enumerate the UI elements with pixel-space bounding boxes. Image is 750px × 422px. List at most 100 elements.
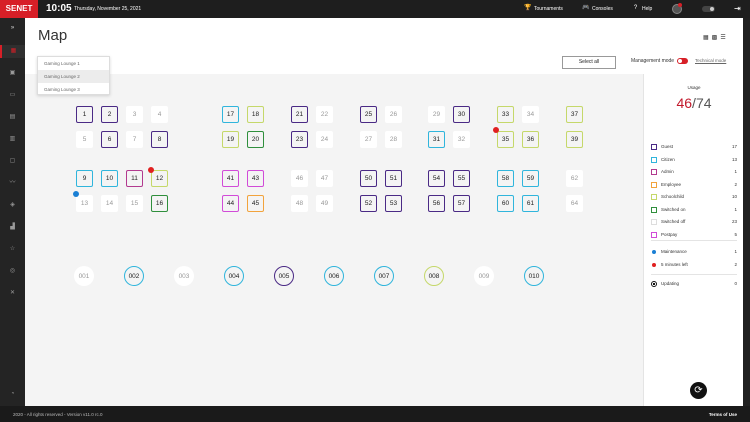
chart-icon[interactable]: 〰: [0, 177, 25, 190]
pc-7[interactable]: 7: [126, 131, 143, 148]
gamepad-icon[interactable]: ◔: [0, 388, 25, 401]
pc-55[interactable]: 55: [453, 170, 470, 187]
pc-39[interactable]: 39: [566, 131, 583, 148]
pc-35[interactable]: 35: [497, 131, 514, 148]
updating-radio[interactable]: [651, 281, 657, 287]
pc-21[interactable]: 21: [291, 106, 308, 123]
grid-large-icon[interactable]: ▦: [703, 34, 709, 41]
stats-icon[interactable]: ▟: [0, 221, 25, 234]
scrollbar[interactable]: [743, 18, 750, 406]
pc-24[interactable]: 24: [316, 131, 333, 148]
list-icon[interactable]: ☰: [720, 34, 725, 41]
logout-icon[interactable]: ⇥: [734, 4, 741, 13]
pc-43[interactable]: 43: [247, 170, 264, 187]
pc-14[interactable]: 14: [101, 195, 118, 212]
pc-37[interactable]: 37: [566, 106, 583, 123]
technical-mode-link[interactable]: Technical mode: [695, 58, 726, 63]
console-009[interactable]: 009: [474, 266, 494, 286]
theme-toggle[interactable]: [702, 6, 715, 12]
pc-27[interactable]: 27: [360, 131, 377, 148]
pc-18[interactable]: 18: [247, 106, 264, 123]
tournaments-button[interactable]: 🏆 Tournaments: [524, 5, 563, 12]
sidebar-expand-icon[interactable]: »: [0, 22, 25, 35]
map-icon[interactable]: ▦: [0, 45, 25, 58]
grid-small-icon[interactable]: ▩: [712, 34, 718, 41]
pc-64[interactable]: 64: [566, 195, 583, 212]
pc-50[interactable]: 50: [360, 170, 377, 187]
lounge-option[interactable]: Gaming Lounge 1: [38, 57, 109, 70]
pc-17[interactable]: 17: [222, 106, 239, 123]
console-003[interactable]: 003: [174, 266, 194, 286]
pc-28[interactable]: 28: [385, 131, 402, 148]
pc-59[interactable]: 59: [522, 170, 539, 187]
pc-25[interactable]: 25: [360, 106, 377, 123]
pc-44[interactable]: 44: [222, 195, 239, 212]
pc-36[interactable]: 36: [522, 131, 539, 148]
console-004[interactable]: 004: [224, 266, 244, 286]
tools-icon[interactable]: ✕: [0, 287, 25, 300]
pc-15[interactable]: 15: [126, 195, 143, 212]
pc-45[interactable]: 45: [247, 195, 264, 212]
pc-8[interactable]: 8: [151, 131, 168, 148]
pc-48[interactable]: 48: [291, 195, 308, 212]
pc-46[interactable]: 46: [291, 170, 308, 187]
screen-icon[interactable]: ▢: [0, 155, 25, 168]
pc-4[interactable]: 4: [151, 106, 168, 123]
terms-link[interactable]: Terms of Use: [709, 412, 737, 417]
lounge-option[interactable]: Gaming Lounge 3: [38, 83, 109, 96]
pc-62[interactable]: 62: [566, 170, 583, 187]
console-008[interactable]: 008: [424, 266, 444, 286]
pc-2[interactable]: 2: [101, 106, 118, 123]
help-button[interactable]: ? Help: [632, 5, 652, 12]
pc-13[interactable]: 13: [76, 195, 93, 212]
pc-16[interactable]: 16: [151, 195, 168, 212]
pc-33[interactable]: 33: [497, 106, 514, 123]
console-007[interactable]: 007: [374, 266, 394, 286]
pc-19[interactable]: 19: [222, 131, 239, 148]
console-002[interactable]: 002: [124, 266, 144, 286]
consoles-button[interactable]: 🎮 Consoles: [582, 5, 613, 12]
pc-53[interactable]: 53: [385, 195, 402, 212]
console-001[interactable]: 001: [74, 266, 94, 286]
grid-icon[interactable]: ▤: [0, 111, 25, 124]
pc-12[interactable]: 12: [151, 170, 168, 187]
pc-10[interactable]: 10: [101, 170, 118, 187]
pc-9[interactable]: 9: [76, 170, 93, 187]
pc-60[interactable]: 60: [497, 195, 514, 212]
pc-5[interactable]: 5: [76, 131, 93, 148]
pc-23[interactable]: 23: [291, 131, 308, 148]
pc-54[interactable]: 54: [428, 170, 445, 187]
pc-3[interactable]: 3: [126, 106, 143, 123]
pc-31[interactable]: 31: [428, 131, 445, 148]
console-005[interactable]: 005: [274, 266, 294, 286]
pc-52[interactable]: 52: [360, 195, 377, 212]
lounge-dropdown[interactable]: Gaming Lounge 1 Gaming Lounge 2 Gaming L…: [37, 56, 110, 95]
pc-61[interactable]: 61: [522, 195, 539, 212]
pc-20[interactable]: 20: [247, 131, 264, 148]
pc-1[interactable]: 1: [76, 106, 93, 123]
user-card-icon[interactable]: ▭: [0, 89, 25, 102]
pc-6[interactable]: 6: [101, 131, 118, 148]
pc-30[interactable]: 30: [453, 106, 470, 123]
pc-26[interactable]: 26: [385, 106, 402, 123]
console-006[interactable]: 006: [324, 266, 344, 286]
refresh-icon[interactable]: ⟳: [690, 382, 707, 399]
senet-logo[interactable]: SENET: [0, 0, 38, 18]
pc-34[interactable]: 34: [522, 106, 539, 123]
pc-22[interactable]: 22: [316, 106, 333, 123]
pc-58[interactable]: 58: [497, 170, 514, 187]
pc-29[interactable]: 29: [428, 106, 445, 123]
pc-51[interactable]: 51: [385, 170, 402, 187]
select-all-button[interactable]: Select all: [562, 56, 616, 69]
pc-41[interactable]: 41: [222, 170, 239, 187]
pc-47[interactable]: 47: [316, 170, 333, 187]
lounge-option-selected[interactable]: Gaming Lounge 2: [38, 70, 109, 83]
console-010[interactable]: 010: [524, 266, 544, 286]
calendar-icon[interactable]: ▣: [0, 67, 25, 80]
pc-11[interactable]: 11: [126, 170, 143, 187]
pc-56[interactable]: 56: [428, 195, 445, 212]
pc-49[interactable]: 49: [316, 195, 333, 212]
star-icon[interactable]: ☆: [0, 243, 25, 256]
ticket-icon[interactable]: ◈: [0, 199, 25, 212]
location-icon[interactable]: ◎: [0, 265, 25, 278]
